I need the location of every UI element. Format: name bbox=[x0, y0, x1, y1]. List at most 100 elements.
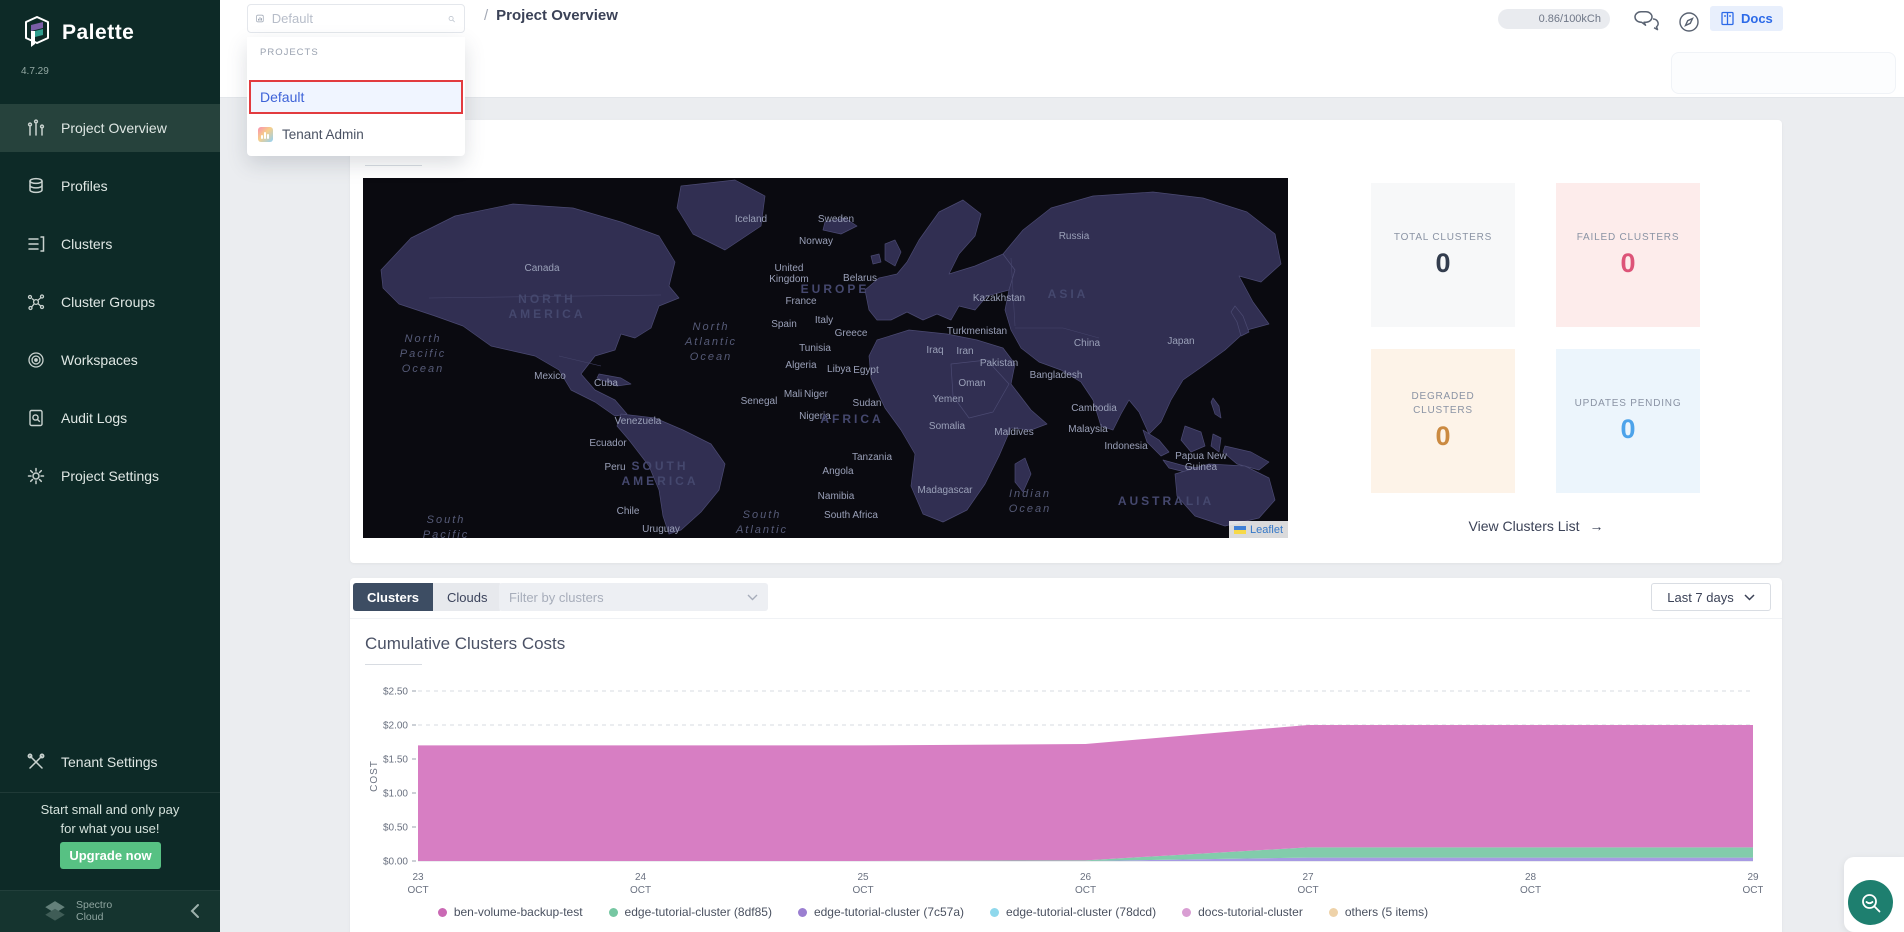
sidebar-item-workspaces[interactable]: Workspaces bbox=[0, 336, 220, 384]
svg-text:Tanzania: Tanzania bbox=[852, 452, 892, 463]
svg-text:Yemen: Yemen bbox=[933, 394, 964, 405]
sidebar: Palette 4.7.29 Project Overview Profiles… bbox=[0, 0, 220, 932]
svg-text:China: China bbox=[1074, 338, 1101, 349]
chart-title: Cumulative Clusters Costs bbox=[365, 634, 565, 654]
sidebar-item-profiles[interactable]: Profiles bbox=[0, 162, 220, 210]
clusters-card: Clusters bbox=[350, 120, 1782, 563]
spectro-cloud-logo-icon bbox=[42, 899, 68, 925]
svg-text:Russia: Russia bbox=[1059, 231, 1090, 242]
help-compass-icon[interactable] bbox=[1678, 11, 1700, 33]
docs-button[interactable]: Docs bbox=[1710, 6, 1783, 31]
sidebar-item-label: Project Overview bbox=[61, 120, 167, 136]
stat-failed-clusters: FAILED CLUSTERS 0 bbox=[1556, 183, 1700, 327]
sidebar-item-cluster-groups[interactable]: Cluster Groups bbox=[0, 278, 220, 326]
date-range-select[interactable]: Last 7 days bbox=[1651, 583, 1771, 611]
svg-text:ASIA: ASIA bbox=[1048, 287, 1089, 301]
svg-text:Mali: Mali bbox=[784, 389, 802, 400]
upsell-line1: Start small and only pay bbox=[0, 800, 220, 819]
world-map-svg: IcelandSwedenNorwayCanadaUnitedKingdomBe… bbox=[363, 178, 1288, 538]
dropdown-section-label: PROJECTS bbox=[247, 37, 465, 66]
project-selector[interactable] bbox=[247, 4, 465, 33]
filter-by-clusters-select[interactable]: Filter by clusters bbox=[499, 583, 768, 611]
world-map[interactable]: IcelandSwedenNorwayCanadaUnitedKingdomBe… bbox=[363, 178, 1288, 538]
svg-text:27: 27 bbox=[1302, 872, 1314, 883]
sidebar-item-clusters[interactable]: Clusters bbox=[0, 220, 220, 268]
project-search-input[interactable] bbox=[272, 11, 448, 26]
tab-clouds[interactable]: Clouds bbox=[433, 583, 501, 611]
svg-text:OCT: OCT bbox=[1742, 885, 1763, 896]
search-widget-backdrop bbox=[1844, 857, 1904, 932]
svg-text:Maldives: Maldives bbox=[994, 427, 1033, 438]
sidebar-item-tenant-settings[interactable]: Tenant Settings bbox=[0, 738, 220, 786]
skeleton-placeholder bbox=[1671, 52, 1896, 94]
svg-text:Madagascar: Madagascar bbox=[917, 485, 973, 496]
dropdown-item-label: Tenant Admin bbox=[282, 127, 364, 142]
sidebar-item-project-settings[interactable]: Project Settings bbox=[0, 452, 220, 500]
view-clusters-list-link[interactable]: View Clusters List → bbox=[1371, 518, 1701, 534]
upsell-line2: for what you use! bbox=[0, 819, 220, 838]
legend-dot bbox=[438, 908, 447, 917]
title-underline bbox=[365, 165, 422, 166]
legend-item[interactable]: edge-tutorial-cluster (78dcd) bbox=[990, 905, 1156, 919]
svg-text:South Africa: South Africa bbox=[824, 510, 878, 521]
svg-text:NorthAtlanticOcean: NorthAtlanticOcean bbox=[684, 321, 737, 363]
svg-text:Uruguay: Uruguay bbox=[642, 524, 680, 535]
chat-icon[interactable] bbox=[1633, 9, 1660, 32]
svg-text:Libya: Libya bbox=[827, 364, 851, 375]
sidebar-footer: Spectro Cloud bbox=[0, 890, 220, 932]
sidebar-item-audit-logs[interactable]: Audit Logs bbox=[0, 394, 220, 442]
upgrade-now-button[interactable]: Upgrade now bbox=[60, 842, 161, 869]
svg-text:Egypt: Egypt bbox=[853, 365, 879, 376]
overview-chart-icon bbox=[26, 118, 46, 138]
svg-text:NORTHAMERICA: NORTHAMERICA bbox=[509, 292, 586, 321]
spectro-cloud-brand: Spectro Cloud bbox=[76, 899, 112, 923]
svg-text:OCT: OCT bbox=[852, 885, 873, 896]
upsell-message: Start small and only pay for what you us… bbox=[0, 800, 220, 838]
svg-text:IndianOcean: IndianOcean bbox=[1009, 488, 1051, 515]
svg-text:SouthPacific: SouthPacific bbox=[423, 514, 469, 538]
docs-book-icon bbox=[1720, 11, 1735, 26]
list-icon bbox=[26, 234, 46, 254]
stat-degraded-clusters: DEGRADED CLUSTERS 0 bbox=[1371, 349, 1515, 493]
svg-text:Somalia: Somalia bbox=[929, 421, 966, 432]
legend-item[interactable]: others (5 items) bbox=[1329, 905, 1428, 919]
dropdown-item-tenant-admin[interactable]: Tenant Admin bbox=[247, 118, 465, 150]
collapse-sidebar-icon[interactable] bbox=[186, 899, 206, 923]
sidebar-item-label: Audit Logs bbox=[61, 410, 127, 426]
layers-icon bbox=[26, 176, 46, 196]
stat-total-clusters: TOTAL CLUSTERS 0 bbox=[1371, 183, 1515, 327]
tab-clusters[interactable]: Clusters bbox=[353, 583, 433, 611]
magnifier-smile-icon bbox=[1859, 891, 1883, 915]
sidebar-item-label: Clusters bbox=[61, 236, 112, 252]
sidebar-item-label: Project Settings bbox=[61, 468, 159, 484]
legend-item[interactable]: docs-tutorial-cluster bbox=[1182, 905, 1303, 919]
svg-text:Namibia: Namibia bbox=[818, 491, 855, 502]
svg-text:24: 24 bbox=[635, 872, 647, 883]
sidebar-item-label: Cluster Groups bbox=[61, 294, 155, 310]
svg-text:Pakistan: Pakistan bbox=[980, 358, 1018, 369]
svg-text:$1.50: $1.50 bbox=[383, 755, 408, 766]
svg-text:Chile: Chile bbox=[617, 506, 640, 517]
legend-item[interactable]: ben-volume-backup-test bbox=[438, 905, 583, 919]
svg-text:29: 29 bbox=[1747, 872, 1759, 883]
legend-item[interactable]: edge-tutorial-cluster (7c57a) bbox=[798, 905, 964, 919]
app-logo: Palette bbox=[22, 16, 134, 50]
svg-text:Malaysia: Malaysia bbox=[1068, 424, 1108, 435]
svg-text:Senegal: Senegal bbox=[741, 396, 778, 407]
dropdown-item-default[interactable]: Default bbox=[249, 80, 463, 114]
docs-button-label: Docs bbox=[1741, 11, 1773, 26]
svg-text:AUSTRALIA: AUSTRALIA bbox=[1118, 494, 1214, 508]
chevron-down-icon bbox=[1744, 594, 1755, 601]
svg-text:OCT: OCT bbox=[1520, 885, 1541, 896]
search-widget-button[interactable] bbox=[1848, 880, 1893, 925]
app-version: 4.7.29 bbox=[21, 66, 49, 77]
sidebar-item-project-overview[interactable]: Project Overview bbox=[0, 104, 220, 152]
ukraine-flag-icon bbox=[1234, 526, 1246, 534]
svg-text:$0.50: $0.50 bbox=[383, 823, 408, 834]
legend-item[interactable]: edge-tutorial-cluster (8df85) bbox=[609, 905, 772, 919]
app-root: Palette 4.7.29 Project Overview Profiles… bbox=[0, 0, 1904, 932]
leaflet-link[interactable]: Leaflet bbox=[1250, 524, 1283, 536]
svg-text:$1.00: $1.00 bbox=[383, 789, 408, 800]
tools-icon bbox=[26, 752, 46, 772]
network-icon bbox=[26, 292, 46, 312]
